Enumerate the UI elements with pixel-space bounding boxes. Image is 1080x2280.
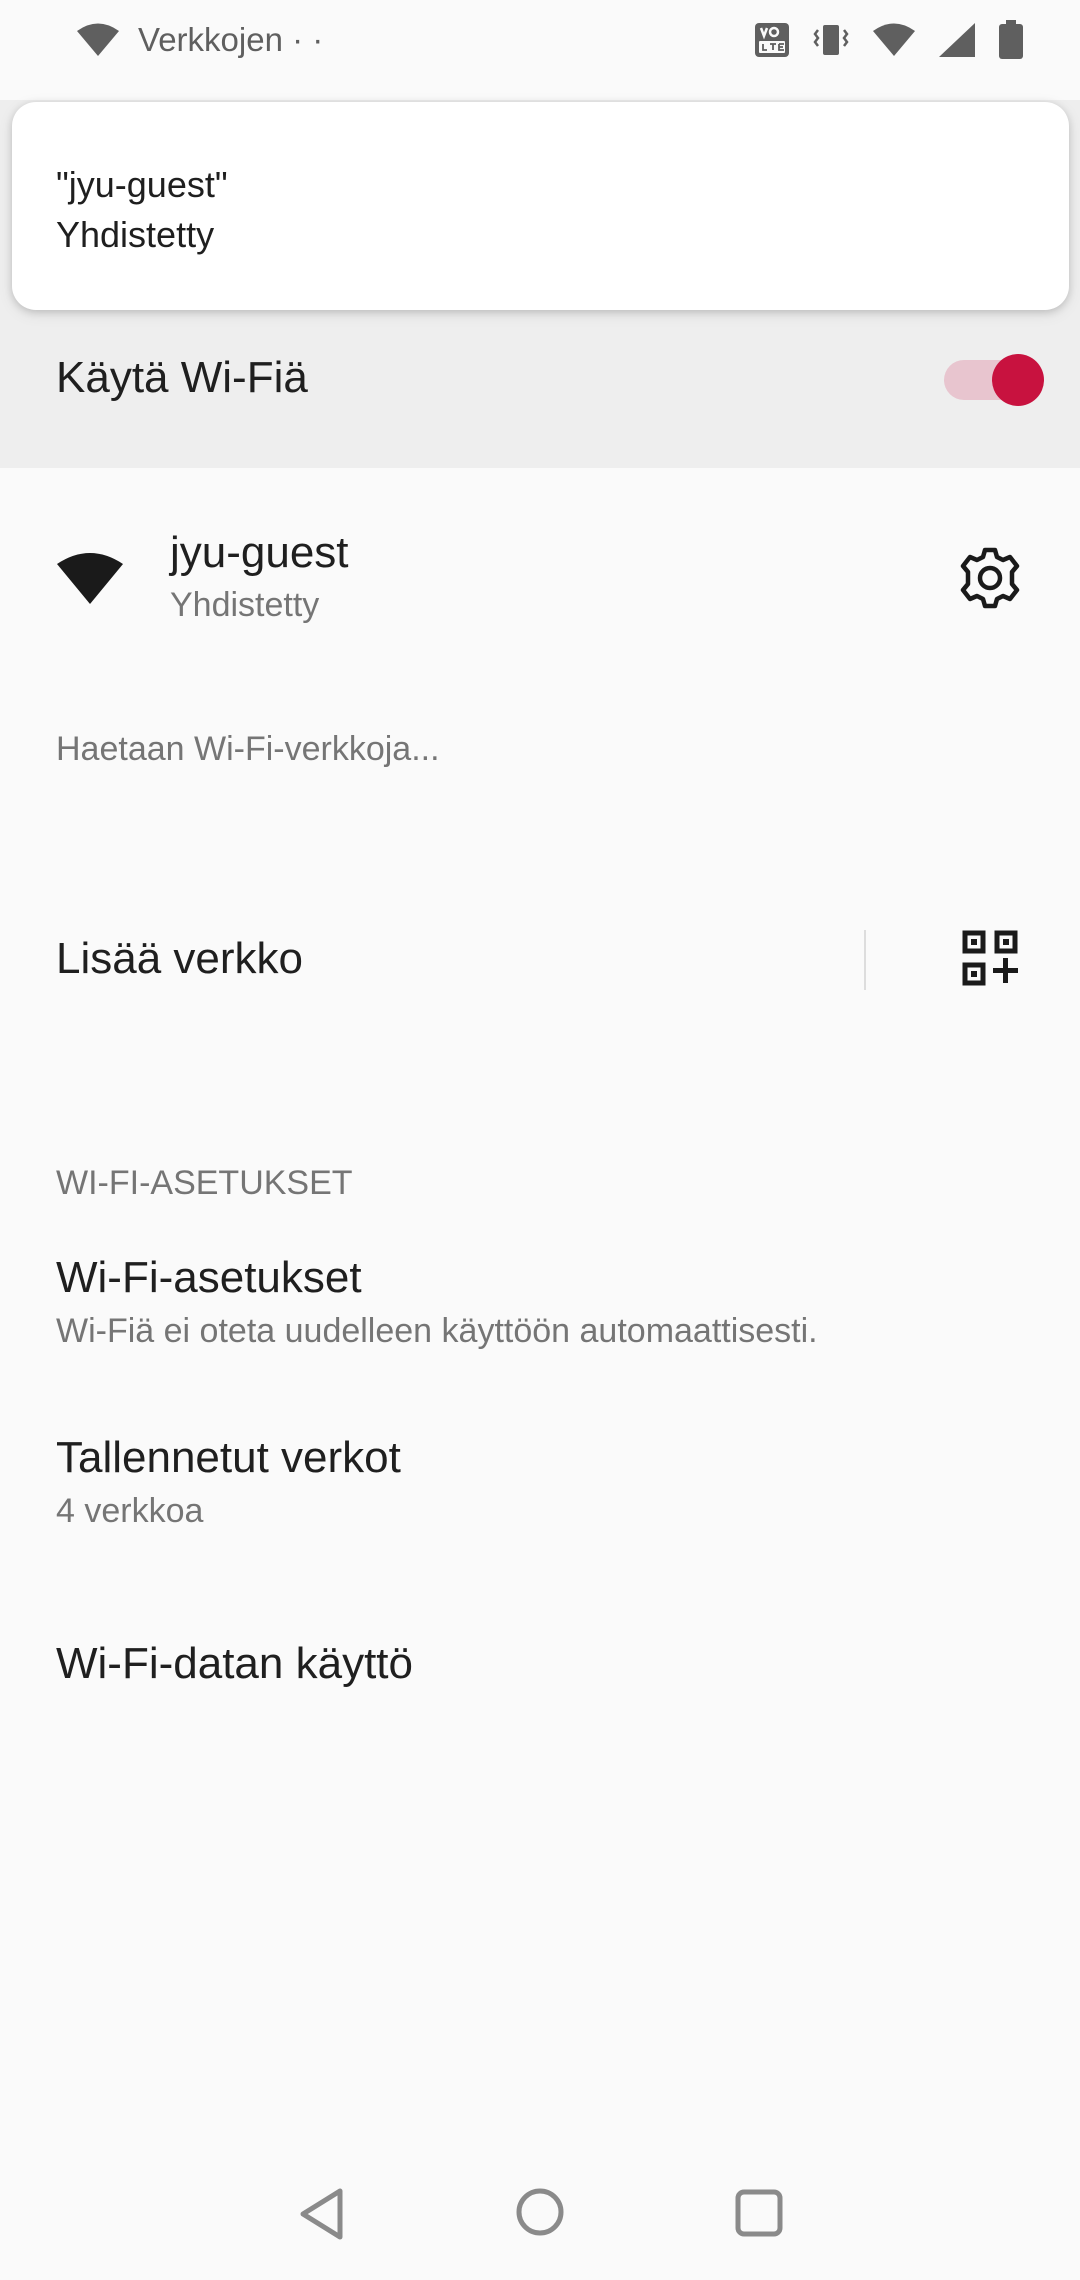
pref-wifi-preferences[interactable]: Wi-Fi-asetukset Wi-Fiä ei oteta uudellee… (56, 1250, 1016, 1354)
wifi-toggle-label: Käytä Wi-Fiä (56, 353, 308, 402)
pref-saved-networks[interactable]: Tallennetut verkot 4 verkkoa (56, 1430, 1016, 1534)
wifi-full-icon (56, 550, 124, 611)
battery-icon (998, 20, 1024, 60)
connected-network-row[interactable]: jyu-guest Yhdistetty (0, 520, 1080, 640)
pref-summary: Wi-Fiä ei oteta uudelleen käyttöön autom… (56, 1312, 818, 1350)
back-icon[interactable] (296, 2186, 346, 2242)
connection-toast: "jyu-guest" Yhdistetty (12, 102, 1069, 310)
network-ssid: jyu-guest (170, 528, 349, 577)
status-bar: Verkkojen · · (0, 0, 1080, 80)
wifi-icon (76, 22, 120, 58)
wifi-settings-screen: Verkkojen · · Käytä Wi-Fiä "jyu-guest" Y… (0, 0, 1080, 2280)
home-icon[interactable] (514, 2186, 566, 2238)
volte-icon (754, 22, 790, 58)
switch-thumb (992, 354, 1044, 406)
recents-icon[interactable] (734, 2188, 784, 2238)
pref-wifi-data-usage[interactable]: Wi-Fi-datan käyttö (56, 1636, 1016, 1692)
pref-summary: 4 verkkoa (56, 1492, 204, 1530)
status-right (754, 20, 1024, 60)
wifi-toggle-switch[interactable] (942, 348, 1044, 408)
wifi-settings-section-header: WI-FI-ASETUKSET (56, 1164, 353, 1202)
add-network-divider (864, 930, 866, 990)
signal-icon (938, 22, 976, 58)
gear-icon[interactable] (958, 546, 1022, 615)
toast-status: Yhdistetty (56, 214, 215, 255)
status-left: Verkkojen · · (76, 21, 323, 59)
scanning-text: Haetaan Wi-Fi-verkkoja... (56, 730, 440, 768)
add-network-label: Lisää verkko (56, 934, 304, 983)
pref-title: Wi-Fi-datan käyttö (56, 1639, 413, 1688)
navigation-bar (0, 2150, 1080, 2280)
wifi-toggle-row[interactable]: Käytä Wi-Fiä (0, 318, 1080, 438)
toast-network-name: "jyu-guest" (56, 164, 228, 205)
network-status: Yhdistetty (170, 586, 320, 624)
pref-title: Wi-Fi-asetukset (56, 1253, 362, 1302)
qr-add-icon[interactable] (962, 930, 1018, 991)
vibrate-icon (812, 22, 850, 58)
add-network-row[interactable]: Lisää verkko (0, 900, 1080, 1020)
pref-title: Tallennetut verkot (56, 1433, 401, 1482)
carrier-text: Verkkojen · · (138, 21, 324, 58)
wifi-icon (872, 22, 916, 58)
